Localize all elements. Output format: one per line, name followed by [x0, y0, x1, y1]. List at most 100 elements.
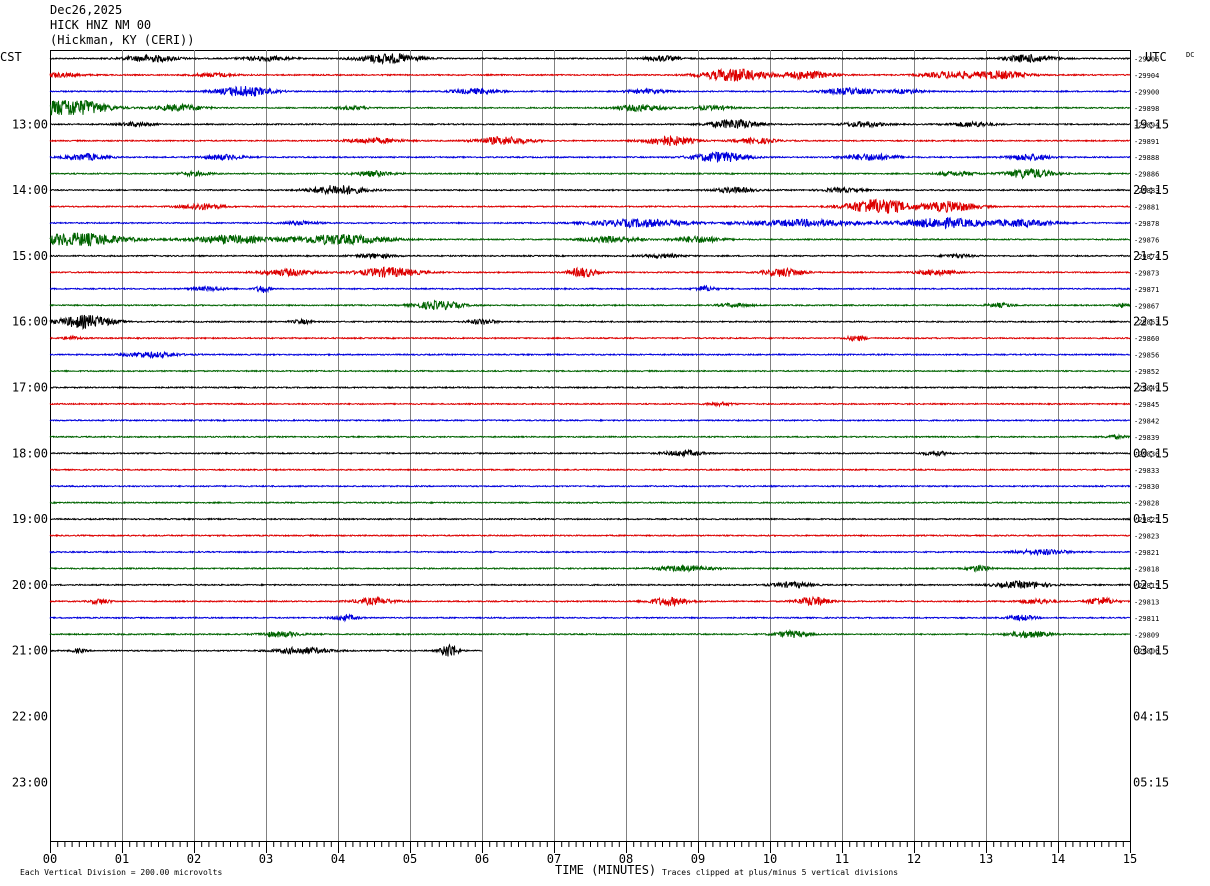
right-hour-label: 23:15	[1133, 381, 1169, 395]
x-tick-label: 00	[43, 852, 57, 866]
right-hour-label: 04:15	[1133, 710, 1169, 724]
x-tick-label: 02	[187, 852, 201, 866]
left-hour-label: 20:00	[12, 578, 48, 592]
left-hour-label: 14:00	[12, 183, 48, 197]
trace-offset-label: -29845	[1134, 401, 1159, 409]
right-hour-label: 00:15	[1133, 446, 1169, 460]
x-tick-label: 13	[979, 852, 993, 866]
trace-line	[49, 314, 1131, 331]
trace-line	[49, 613, 1131, 623]
seismogram-chart: 00 01 02 03 04 05 06 07 08 09 10 11 12 13 14 15-29906-2…	[0, 50, 1194, 877]
x-tick-label: 03	[259, 852, 273, 866]
axes: 00 01 02 03 04 05 06 07 08 09 10 11 12 13 14 15-29906-2…	[12, 56, 1169, 867]
trace-line	[49, 334, 1131, 342]
trace-offset-label: -29904	[1134, 72, 1159, 80]
trace-offset-label: -29828	[1134, 500, 1159, 508]
trace-line	[49, 266, 1131, 278]
trace-line	[49, 299, 1131, 311]
trace-offset-label: -29860	[1134, 335, 1159, 343]
trace-line	[49, 533, 1131, 538]
trace-offset-label: -29900	[1134, 88, 1159, 96]
right-hour-label: 22:15	[1133, 315, 1169, 329]
trace-offset-label: -29881	[1134, 204, 1159, 212]
trace-line	[49, 185, 1131, 196]
left-hour-label: 13:00	[12, 117, 48, 131]
trace-line	[49, 284, 1131, 294]
left-hour-label: 15:00	[12, 249, 48, 263]
left-hour-label: 16:00	[12, 315, 48, 329]
trace-offset-label: -29873	[1134, 269, 1159, 277]
trace-line	[49, 350, 1131, 360]
trace-offset-label: -29823	[1134, 533, 1159, 541]
trace-offset-label: -29878	[1134, 220, 1159, 228]
dc-label: DC	[1186, 51, 1194, 59]
trace-offset-label: -29898	[1134, 105, 1159, 113]
trace-offset-label: -29811	[1134, 615, 1159, 623]
traces	[49, 53, 1131, 657]
right-hour-label: 05:15	[1133, 775, 1169, 789]
trace-offset-label: -29839	[1134, 434, 1159, 442]
trace-line	[49, 85, 1131, 97]
trace-offset-label: -29852	[1134, 368, 1159, 376]
trace-line	[49, 400, 1131, 408]
trace-line	[49, 118, 1131, 129]
trace-offset-label: -29809	[1134, 631, 1159, 639]
trace-offset-label: -29813	[1134, 598, 1159, 606]
left-hour-label: 23:00	[12, 775, 48, 789]
left-hour-label: 21:00	[12, 644, 48, 658]
trace-line	[49, 564, 1131, 573]
grid	[122, 50, 1059, 841]
left-hour-label: 18:00	[12, 446, 48, 460]
right-hour-label: 03:15	[1133, 644, 1169, 658]
trace-offset-label: -29867	[1134, 302, 1159, 310]
trace-line	[49, 484, 1131, 489]
trace-offset-label: -29888	[1134, 154, 1159, 162]
x-tick-label: 05	[403, 852, 417, 866]
trace-offset-label: -29821	[1134, 549, 1159, 557]
trace-line	[49, 467, 1131, 472]
trace-offset-label: -29830	[1134, 483, 1159, 491]
right-hour-label: 20:15	[1133, 183, 1169, 197]
x-tick-label: 12	[907, 852, 921, 866]
trace-line	[49, 433, 1131, 441]
trace-line	[49, 100, 1131, 116]
trace-offset-label: -29818	[1134, 565, 1159, 573]
trace-offset-label: -29876	[1134, 236, 1159, 244]
trace-line	[49, 547, 1131, 557]
trace-line	[49, 448, 1131, 458]
trace-line	[49, 500, 1131, 505]
trace-line	[49, 151, 1130, 163]
trace-offset-label: -29833	[1134, 467, 1159, 475]
x-tick-label: 01	[115, 852, 129, 866]
trace-offset-label: -29842	[1134, 417, 1159, 425]
left-tz-label: CST	[0, 50, 22, 64]
trace-line	[49, 53, 1131, 66]
trace-line	[49, 385, 1131, 390]
trace-line	[49, 252, 1131, 260]
trace-line	[49, 595, 1131, 608]
trace-offset-label: -29871	[1134, 286, 1159, 294]
plot-frame	[50, 50, 1131, 842]
trace-offset-label: -29886	[1134, 171, 1159, 179]
x-tick-label: 14	[1051, 852, 1065, 866]
x-tick-label: 09	[691, 852, 705, 866]
left-hour-label: 19:00	[12, 512, 48, 526]
left-hour-label: 17:00	[12, 381, 48, 395]
trace-line	[49, 517, 1131, 521]
trace-line	[49, 232, 1131, 247]
trace-line	[49, 67, 1131, 82]
trace-offset-label: -29856	[1134, 352, 1159, 360]
right-tz-label: UTC	[1145, 50, 1167, 64]
trace-line	[49, 198, 1131, 214]
right-hour-label: 19:15	[1133, 117, 1169, 131]
trace-line	[49, 135, 1130, 147]
x-tick-label: 15	[1123, 852, 1137, 866]
footer-right: Traces clipped at plus/minus 5 vertical …	[662, 868, 898, 877]
right-hour-label: 01:15	[1133, 512, 1169, 526]
footer-left: Each Vertical Division = 200.00 microvol…	[20, 868, 222, 877]
trace-line	[49, 418, 1131, 423]
trace-line	[49, 216, 1131, 230]
x-tick-label: 06	[475, 852, 489, 866]
x-tick-label: 11	[835, 852, 849, 866]
right-hour-label: 02:15	[1133, 578, 1169, 592]
